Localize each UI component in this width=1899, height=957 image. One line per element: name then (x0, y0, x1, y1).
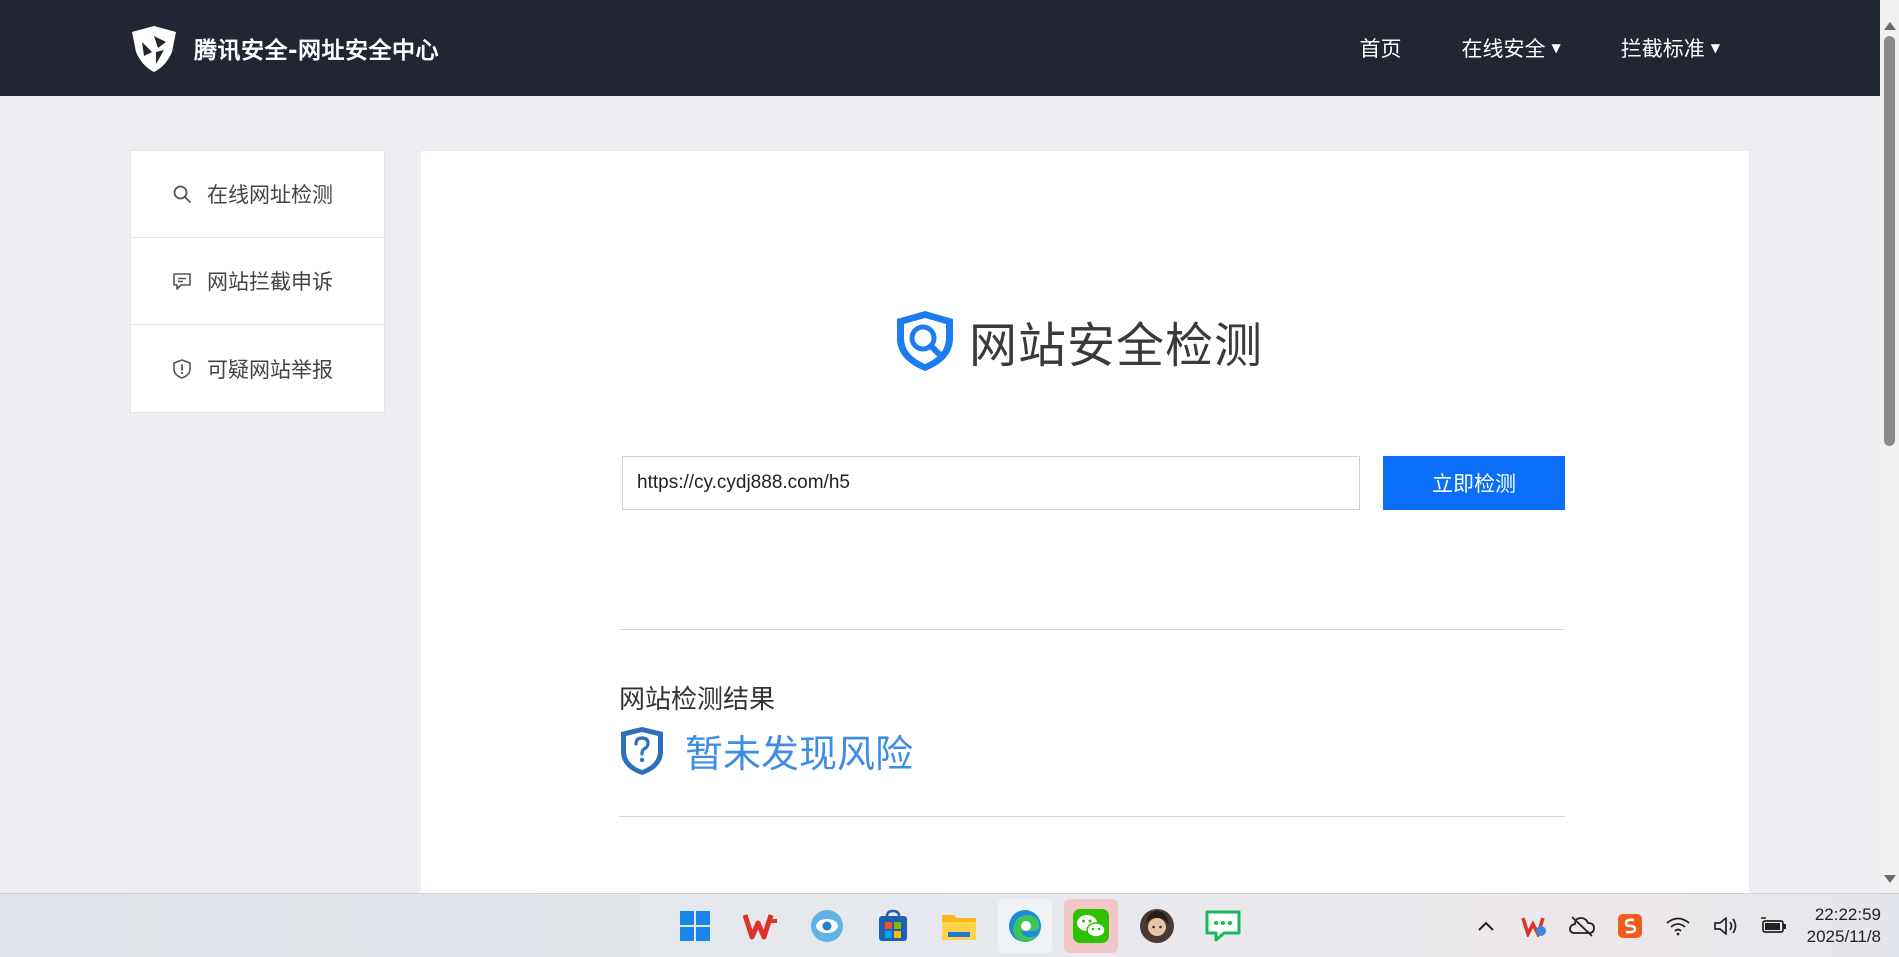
eye-app-icon[interactable] (800, 899, 854, 953)
taskbar-clock[interactable]: 22:22:59 2025/11/8 (1807, 904, 1881, 948)
sidebar-item-label: 网站拦截申诉 (207, 270, 333, 294)
sogou-input-icon[interactable] (1610, 906, 1650, 946)
page-scrollbar[interactable] (1880, 0, 1899, 893)
wps-icon[interactable] (734, 899, 788, 953)
clock-date: 2025/11/8 (1806, 927, 1881, 946)
chat-app-icon[interactable] (1196, 899, 1250, 953)
shield-question-icon (621, 726, 663, 775)
taskbar-apps (662, 894, 1256, 957)
sidebar-item-report[interactable]: 可疑网站举报 (131, 325, 384, 412)
nav-online-security[interactable]: 在线安全 ▼ (1462, 33, 1561, 63)
cloud-off-icon[interactable] (1562, 906, 1602, 946)
search-icon (173, 185, 191, 203)
caret-down-icon: ▼ (1551, 41, 1561, 55)
main-panel: 网站安全检测 立即检测 网站检测结果 暂未发现风险 (420, 150, 1750, 895)
sidebar-item-appeal[interactable]: 网站拦截申诉 (131, 238, 384, 325)
battery-icon[interactable] (1754, 906, 1794, 946)
nav-home-label: 首页 (1359, 37, 1402, 61)
windows-start-icon[interactable] (668, 899, 722, 953)
sidebar-item-label: 在线网址检测 (207, 183, 333, 207)
divider (619, 629, 1565, 630)
message-icon (173, 273, 191, 290)
hero: 网站安全检测 (891, 306, 1263, 376)
wifi-icon[interactable] (1658, 906, 1698, 946)
top-navbar: 腾讯安全-网址安全中心 首页 在线安全 ▼ 拦截标准 ▼ (0, 0, 1880, 96)
store-icon[interactable] (866, 899, 920, 953)
avatar-app-icon[interactable] (1130, 899, 1184, 953)
divider (619, 816, 1565, 817)
scroll-up-icon[interactable] (1884, 22, 1896, 30)
caret-down-icon: ▼ (1710, 41, 1720, 55)
wechat-icon[interactable] (1064, 899, 1118, 953)
edge-icon[interactable] (998, 899, 1052, 953)
result-status: 暂未发现风险 (619, 723, 913, 778)
sidebar-item-url-check[interactable]: 在线网址检测 (131, 151, 384, 238)
hero-title: 网站安全检测 (969, 318, 1264, 374)
brand-title: 腾讯安全-网址安全中心 (194, 38, 440, 64)
brand[interactable]: 腾讯安全-网址安全中心 (128, 22, 439, 74)
nav-online-security-label: 在线安全 (1461, 37, 1546, 61)
result-status-text: 暂未发现风险 (685, 732, 914, 776)
sidebar: 在线网址检测 网站拦截申诉 可疑网站举报 (130, 150, 385, 413)
security-check-shield-icon (897, 311, 953, 371)
nav-block-standard[interactable]: 拦截标准 ▼ (1621, 33, 1720, 63)
wps-cloud-icon[interactable] (1514, 906, 1554, 946)
main-nav: 首页 在线安全 ▼ 拦截标准 ▼ (1300, 0, 1720, 96)
chevron-up-icon[interactable] (1466, 906, 1506, 946)
result-heading: 网站检测结果 (619, 685, 776, 715)
nav-home[interactable]: 首页 (1360, 33, 1402, 63)
file-explorer-icon[interactable] (932, 899, 986, 953)
shield-alert-icon (173, 358, 191, 379)
tencent-security-logo-icon (132, 26, 176, 72)
system-tray (1466, 894, 1802, 957)
nav-block-standard-label: 拦截标准 (1620, 37, 1705, 61)
url-input[interactable] (622, 456, 1360, 510)
clock-time: 22:22:59 (1814, 905, 1881, 924)
check-now-button[interactable]: 立即检测 (1383, 456, 1565, 510)
sidebar-item-label: 可疑网站举报 (207, 357, 333, 382)
taskbar: 22:22:59 2025/11/8 (0, 893, 1899, 957)
volume-icon[interactable] (1706, 906, 1746, 946)
scroll-down-icon[interactable] (1884, 875, 1896, 883)
scroll-thumb[interactable] (1884, 36, 1895, 446)
